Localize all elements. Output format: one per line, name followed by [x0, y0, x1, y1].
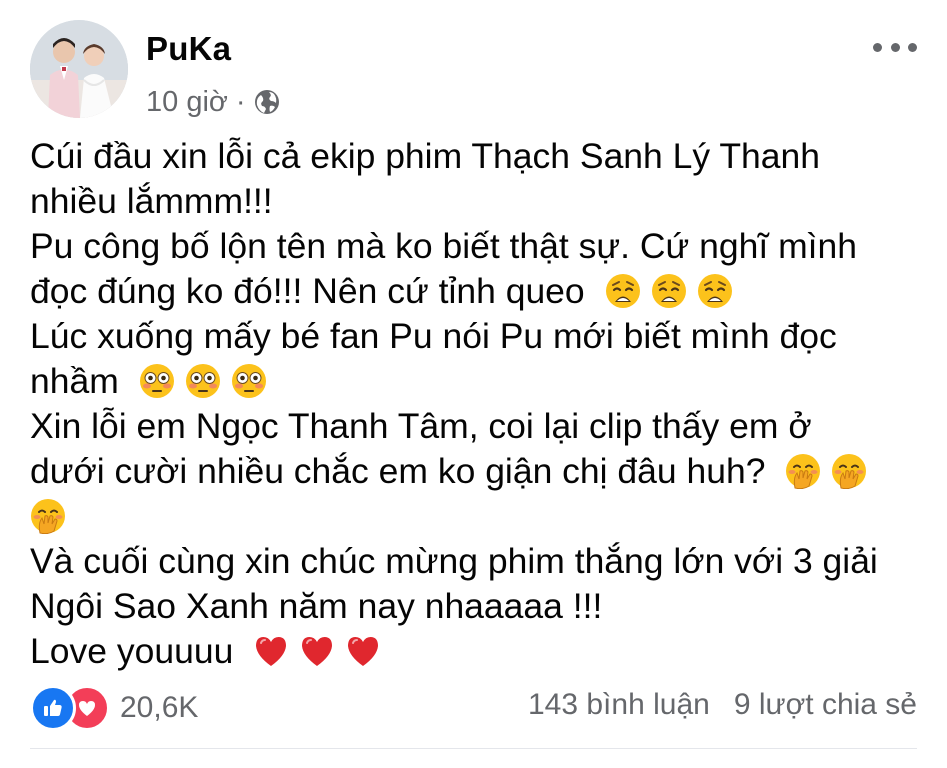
red-heart-icon	[253, 633, 289, 669]
post-line: Cúi đầu xin lỗi cả ekip phim Thạch Sanh …	[30, 134, 910, 179]
red-heart-icon	[299, 633, 335, 669]
meta-separator: ·	[235, 85, 246, 118]
more-dot	[873, 42, 882, 52]
line-text: Cúi đầu xin lỗi cả ekip phim Thạch Sanh …	[30, 136, 821, 176]
like-icon	[30, 685, 76, 731]
line-text: Xin lỗi em Ngọc Thanh Tâm, coi lại clip …	[30, 406, 812, 446]
flushed-face-icon	[185, 363, 221, 399]
post-line: Xin lỗi em Ngọc Thanh Tâm, coi lại clip …	[30, 404, 910, 449]
line-text: Lúc xuống mấy bé fan Pu nói Pu mới biết …	[30, 316, 837, 356]
more-dot	[908, 42, 917, 52]
reaction-count[interactable]: 20,6K	[120, 691, 198, 725]
weary-face-icon	[697, 273, 733, 309]
post-line: nhầm	[30, 359, 910, 404]
line-text: Và cuối cùng xin chúc mừng phim thắng lớ…	[30, 541, 878, 581]
shares-count[interactable]: 9 lượt chia sẻ	[734, 688, 917, 722]
post-time[interactable]: 10 giờ	[146, 86, 228, 119]
weary-face-icon	[605, 273, 641, 309]
post-line: Pu công bố lộn tên mà ko biết thật sự. C…	[30, 224, 910, 269]
avatar[interactable]	[30, 20, 128, 118]
hand-over-mouth-face-icon	[785, 453, 821, 489]
post-line: Love youuuu	[30, 629, 910, 674]
reaction-summary: 20,6K	[30, 685, 198, 731]
more-dot	[890, 42, 900, 52]
post-line: dưới cười nhiều chắc em ko giận chị đâu …	[30, 449, 910, 494]
weary-face-icon	[651, 273, 687, 309]
line-text: Love youuuu	[30, 631, 244, 671]
hand-over-mouth-face-icon	[831, 453, 867, 489]
reaction-icons[interactable]	[30, 685, 110, 731]
post-line	[30, 494, 910, 539]
red-heart-icon	[345, 633, 381, 669]
line-text: Pu công bố lộn tên mà ko biết thật sự. C…	[30, 226, 858, 266]
avatar-photo	[30, 20, 128, 118]
line-text: nhầm	[30, 361, 129, 401]
post-line: Lúc xuống mấy bé fan Pu nói Pu mới biết …	[30, 314, 910, 359]
more-options-icon[interactable]	[873, 38, 917, 56]
post-line: nhiều lắmmm!!!	[30, 179, 910, 224]
post-line: đọc đúng ko đó!!! Nên cứ tỉnh queo	[30, 269, 910, 314]
post-stats: 143 bình luận 9 lượt chia sẻ	[528, 688, 917, 722]
author-name[interactable]: PuKa	[146, 30, 231, 68]
flushed-face-icon	[231, 363, 267, 399]
comments-count[interactable]: 143 bình luận	[528, 688, 710, 722]
globe-icon[interactable]	[254, 89, 280, 115]
post-line: Và cuối cùng xin chúc mừng phim thắng lớ…	[30, 539, 910, 584]
line-text: nhiều lắmmm!!!	[30, 181, 273, 221]
divider	[30, 748, 917, 749]
post-line: Ngôi Sao Xanh năm nay nhaaaaa !!!	[30, 584, 910, 629]
facebook-post: PuKa 10 giờ · Cúi đầu xin lỗi cả ekip ph…	[0, 0, 947, 768]
hand-over-mouth-face-icon	[30, 498, 66, 534]
line-text: Ngôi Sao Xanh năm nay nhaaaaa !!!	[30, 586, 603, 626]
line-text: đọc đúng ko đó!!! Nên cứ tỉnh queo	[30, 271, 595, 311]
flushed-face-icon	[139, 363, 175, 399]
post-text: Cúi đầu xin lỗi cả ekip phim Thạch Sanh …	[30, 134, 910, 674]
post-meta: 10 giờ ·	[146, 84, 280, 120]
line-text: dưới cười nhiều chắc em ko giận chị đâu …	[30, 451, 776, 491]
